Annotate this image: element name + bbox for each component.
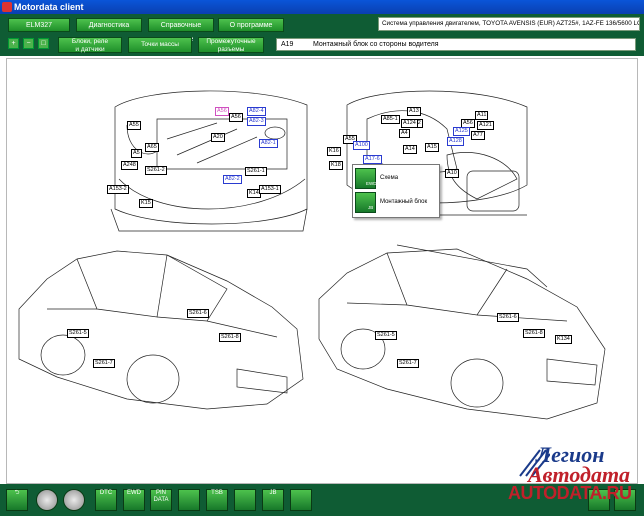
vehicle-info-panel: Система управления двигателем, TOYOTA AV… — [378, 17, 640, 31]
connector-label[interactable]: A153-1 — [259, 185, 281, 194]
diagnostics-button[interactable]: Диагностика — [76, 18, 142, 32]
connector-label[interactable]: A17-6 — [363, 155, 382, 164]
window-title: Motordata client — [14, 2, 84, 12]
block-selector[interactable]: A19 Монтажный блок со стороны водителя — [276, 38, 636, 51]
logo-url: AUTODATA.RU — [508, 483, 632, 503]
notes-icon[interactable] — [63, 489, 85, 511]
tab-ground-points[interactable]: Точки массы — [128, 37, 192, 53]
chat-icon[interactable] — [36, 489, 58, 511]
connector-label[interactable]: A121 — [477, 121, 494, 130]
menu-item-fuse-box[interactable]: JB Монтажный блок — [355, 191, 437, 215]
connector-label[interactable]: A153-2 — [107, 185, 129, 194]
fuse-box-icon: JB — [355, 192, 376, 213]
connector-label[interactable]: A65 — [145, 143, 159, 152]
menu-item-schema[interactable]: EWD Схема — [355, 167, 437, 191]
window-titlebar: Motordata client — [0, 0, 644, 14]
connector-label[interactable]: A4 — [399, 129, 410, 138]
pin-data-button[interactable]: PIN DATA — [150, 489, 172, 511]
tsb-button[interactable]: TSB — [206, 489, 228, 511]
connector-label[interactable]: A55 — [127, 121, 141, 130]
connector-label[interactable]: A10 — [445, 169, 459, 178]
vehicle-icon[interactable] — [234, 489, 256, 511]
connector-label[interactable]: A56 — [229, 113, 243, 122]
schema-icon: EWD — [355, 168, 377, 189]
dtc-button[interactable]: DTC — [95, 489, 117, 511]
diagram-area: A55 A56 A56 A82-4 A82-3 A65 A82-1 A20 A2… — [6, 58, 638, 484]
junction-block-button[interactable]: JB — [262, 489, 284, 511]
connector-label[interactable]: S261-7 — [397, 359, 419, 368]
zoom-in-icon[interactable]: + — [8, 38, 19, 49]
connector-label[interactable]: K134 — [555, 335, 572, 344]
connector-label[interactable]: A248 — [121, 161, 138, 170]
maintenance-icon[interactable] — [290, 489, 312, 511]
block-code: A19 — [281, 41, 294, 48]
connector-label[interactable]: A5 — [131, 149, 142, 158]
connector-label[interactable]: K15 — [139, 199, 153, 208]
components-icon[interactable] — [178, 489, 200, 511]
connector-label[interactable]: A100 — [353, 141, 370, 150]
connector-label[interactable]: S261-7 — [93, 359, 115, 368]
connector-label[interactable]: A85-1 — [381, 115, 400, 124]
connector-label[interactable]: A82-2 — [223, 175, 242, 184]
connector-label[interactable]: A82-3 — [247, 117, 266, 126]
ewd-button[interactable]: EWD — [123, 489, 145, 511]
zoom-out-icon[interactable]: − — [23, 38, 34, 49]
connector-label[interactable]: K18 — [329, 161, 343, 170]
connector-label[interactable]: A128 — [447, 137, 464, 146]
connector-label[interactable]: S261-1 — [245, 167, 267, 176]
app-icon — [2, 2, 12, 12]
connector-label[interactable]: S261-2 — [145, 166, 167, 175]
reference-data-button[interactable]: Справочные данные — [148, 18, 214, 43]
connector-label[interactable]: S261-6 — [187, 309, 209, 318]
connector-label[interactable]: A14 — [403, 145, 417, 154]
tab-intermediate-connectors[interactable]: Промежуточные разъемы — [198, 37, 264, 53]
tab-blocks-relays-sensors[interactable]: Блоки, реле и датчики — [58, 37, 122, 53]
connector-label[interactable]: A82-4 — [247, 107, 266, 116]
back-icon[interactable]: ⮌ — [6, 489, 28, 511]
connector-label[interactable]: K16 — [327, 147, 341, 156]
connector-label[interactable]: A125 — [453, 127, 470, 136]
connector-label[interactable]: A124 — [401, 119, 418, 128]
connector-label[interactable]: S261-6 — [497, 313, 519, 322]
connector-label[interactable]: A82-1 — [259, 139, 278, 148]
connector-label[interactable]: A56 — [215, 107, 229, 116]
context-menu: EWD Схема JB Монтажный блок — [352, 164, 440, 218]
vehicle-diagram — [18, 90, 606, 420]
connector-label[interactable]: A11 — [475, 111, 489, 120]
connector-label[interactable]: A13 — [407, 107, 421, 116]
fit-view-icon[interactable]: □ — [38, 38, 49, 49]
block-description: Монтажный блок со стороны водителя — [313, 41, 439, 48]
connector-label[interactable]: A15 — [425, 143, 439, 152]
connector-label[interactable]: S261-5 — [375, 331, 397, 340]
about-button[interactable]: О программе — [218, 18, 284, 32]
connector-label[interactable]: S261-5 — [67, 329, 89, 338]
elm327-button[interactable]: ELM327 — [8, 18, 70, 32]
connector-label[interactable]: S261-8 — [219, 333, 241, 342]
connector-label[interactable]: A20 — [211, 133, 225, 142]
connector-label[interactable]: S261-8 — [523, 329, 545, 338]
connector-label[interactable]: A77 — [471, 131, 485, 140]
